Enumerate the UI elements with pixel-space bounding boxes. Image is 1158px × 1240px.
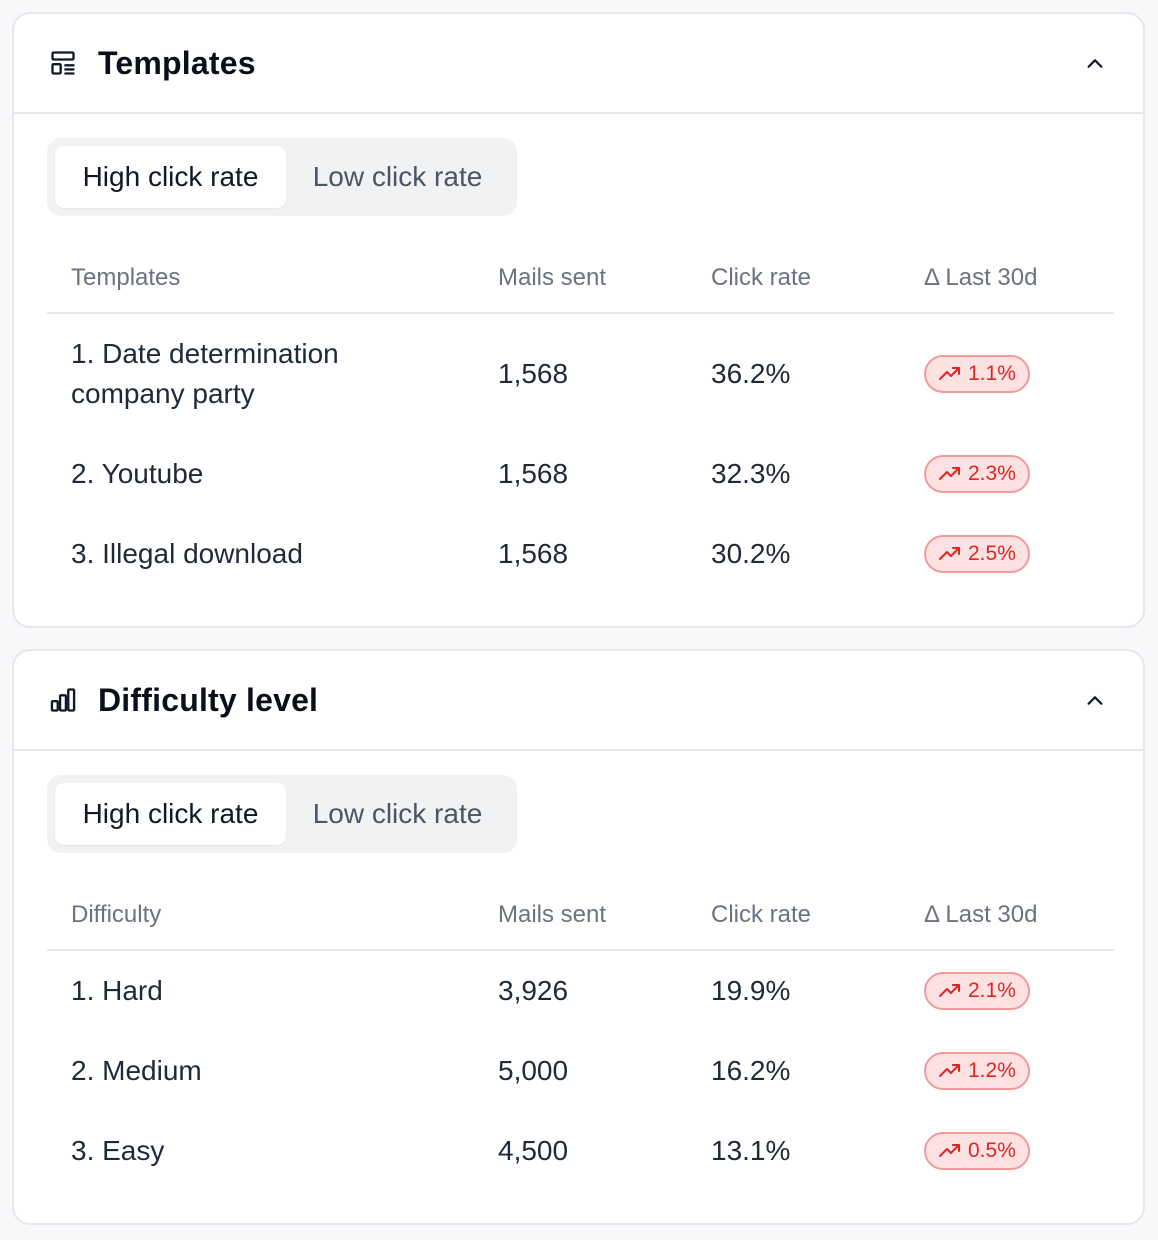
template-layout-icon xyxy=(48,48,78,78)
trending-up-icon xyxy=(938,364,964,384)
chevron-up-icon[interactable] xyxy=(1077,46,1113,82)
trending-up-icon xyxy=(938,981,964,1001)
click-rate-value: 30.2% xyxy=(711,538,791,569)
template-name: 2. Youtube xyxy=(71,458,204,489)
table-row[interactable]: 3. Easy 4,500 13.1% 0.5% xyxy=(47,1111,1114,1191)
delta-value: 0.5% xyxy=(968,1139,1016,1162)
templates-card: Templates High click rate Low click rate… xyxy=(12,12,1145,628)
delta-badge: 0.5% xyxy=(924,1132,1030,1170)
click-rate-toggle: High click rate Low click rate xyxy=(47,775,517,853)
column-header-click-rate[interactable]: Click rate xyxy=(711,901,811,929)
column-header-delta[interactable]: Δ Last 30d xyxy=(924,264,1037,292)
delta-badge: 2.5% xyxy=(924,535,1030,573)
card-title: Templates xyxy=(98,44,256,81)
difficulty-card-header[interactable]: Difficulty level xyxy=(14,651,1143,751)
chevron-up-icon[interactable] xyxy=(1077,683,1113,719)
difficulty-name: 1. Hard xyxy=(71,975,163,1006)
tab-low-click-rate[interactable]: Low click rate xyxy=(286,783,509,845)
mails-sent-value: 1,568 xyxy=(498,538,569,569)
templates-table: Templates Mails sent Click rate Δ Last 3… xyxy=(47,246,1114,594)
click-rate-value: 32.3% xyxy=(711,458,791,489)
difficulty-card: Difficulty level High click rate Low cli… xyxy=(12,649,1145,1225)
trending-up-icon xyxy=(938,464,964,484)
trending-up-icon xyxy=(938,544,964,564)
click-rate-value: 16.2% xyxy=(711,1055,791,1086)
delta-badge: 2.1% xyxy=(924,972,1030,1010)
column-header-click-rate[interactable]: Click rate xyxy=(711,264,811,292)
mails-sent-value: 1,568 xyxy=(498,458,569,489)
column-header-difficulty[interactable]: Difficulty xyxy=(71,901,161,929)
template-name: 3. Illegal download xyxy=(71,538,303,569)
bar-chart-icon xyxy=(48,685,78,715)
table-row[interactable]: 1. Date determination company party 1,56… xyxy=(47,314,1114,434)
click-rate-value: 19.9% xyxy=(711,975,791,1006)
delta-badge: 1.2% xyxy=(924,1052,1030,1090)
mails-sent-value: 4,500 xyxy=(498,1135,569,1166)
tab-high-click-rate[interactable]: High click rate xyxy=(55,783,286,845)
tab-low-click-rate[interactable]: Low click rate xyxy=(286,146,509,208)
difficulty-name: 3. Easy xyxy=(71,1135,165,1166)
click-rate-value: 36.2% xyxy=(711,358,791,389)
column-header-delta[interactable]: Δ Last 30d xyxy=(924,901,1037,929)
delta-badge: 2.3% xyxy=(924,455,1030,493)
delta-value: 2.3% xyxy=(968,462,1016,485)
table-row[interactable]: 2. Youtube 1,568 32.3% 2.3% xyxy=(47,434,1114,514)
templates-card-header[interactable]: Templates xyxy=(14,14,1143,114)
click-rate-value: 13.1% xyxy=(711,1135,791,1166)
tab-high-click-rate[interactable]: High click rate xyxy=(55,146,286,208)
template-name: 1. Date determination company party xyxy=(71,338,339,409)
column-header-templates[interactable]: Templates xyxy=(71,264,180,292)
table-header: Difficulty Mails sent Click rate Δ Last … xyxy=(47,883,1114,951)
click-rate-toggle: High click rate Low click rate xyxy=(47,138,517,216)
mails-sent-value: 5,000 xyxy=(498,1055,569,1086)
trending-up-icon xyxy=(938,1141,964,1161)
table-row[interactable]: 2. Medium 5,000 16.2% 1.2% xyxy=(47,1031,1114,1111)
difficulty-table: Difficulty Mails sent Click rate Δ Last … xyxy=(47,883,1114,1191)
delta-value: 1.1% xyxy=(968,362,1016,385)
card-title: Difficulty level xyxy=(98,681,319,718)
trending-up-icon xyxy=(938,1061,964,1081)
mails-sent-value: 1,568 xyxy=(498,358,569,389)
delta-value: 2.1% xyxy=(968,979,1016,1002)
table-row[interactable]: 1. Hard 3,926 19.9% 2.1% xyxy=(47,951,1114,1031)
difficulty-name: 2. Medium xyxy=(71,1055,202,1086)
table-header: Templates Mails sent Click rate Δ Last 3… xyxy=(47,246,1114,314)
column-header-mails-sent[interactable]: Mails sent xyxy=(498,901,606,929)
delta-value: 2.5% xyxy=(968,542,1016,565)
delta-badge: 1.1% xyxy=(924,355,1030,393)
delta-value: 1.2% xyxy=(968,1059,1016,1082)
column-header-mails-sent[interactable]: Mails sent xyxy=(498,264,606,292)
mails-sent-value: 3,926 xyxy=(498,975,569,1006)
table-row[interactable]: 3. Illegal download 1,568 30.2% 2.5% xyxy=(47,514,1114,594)
